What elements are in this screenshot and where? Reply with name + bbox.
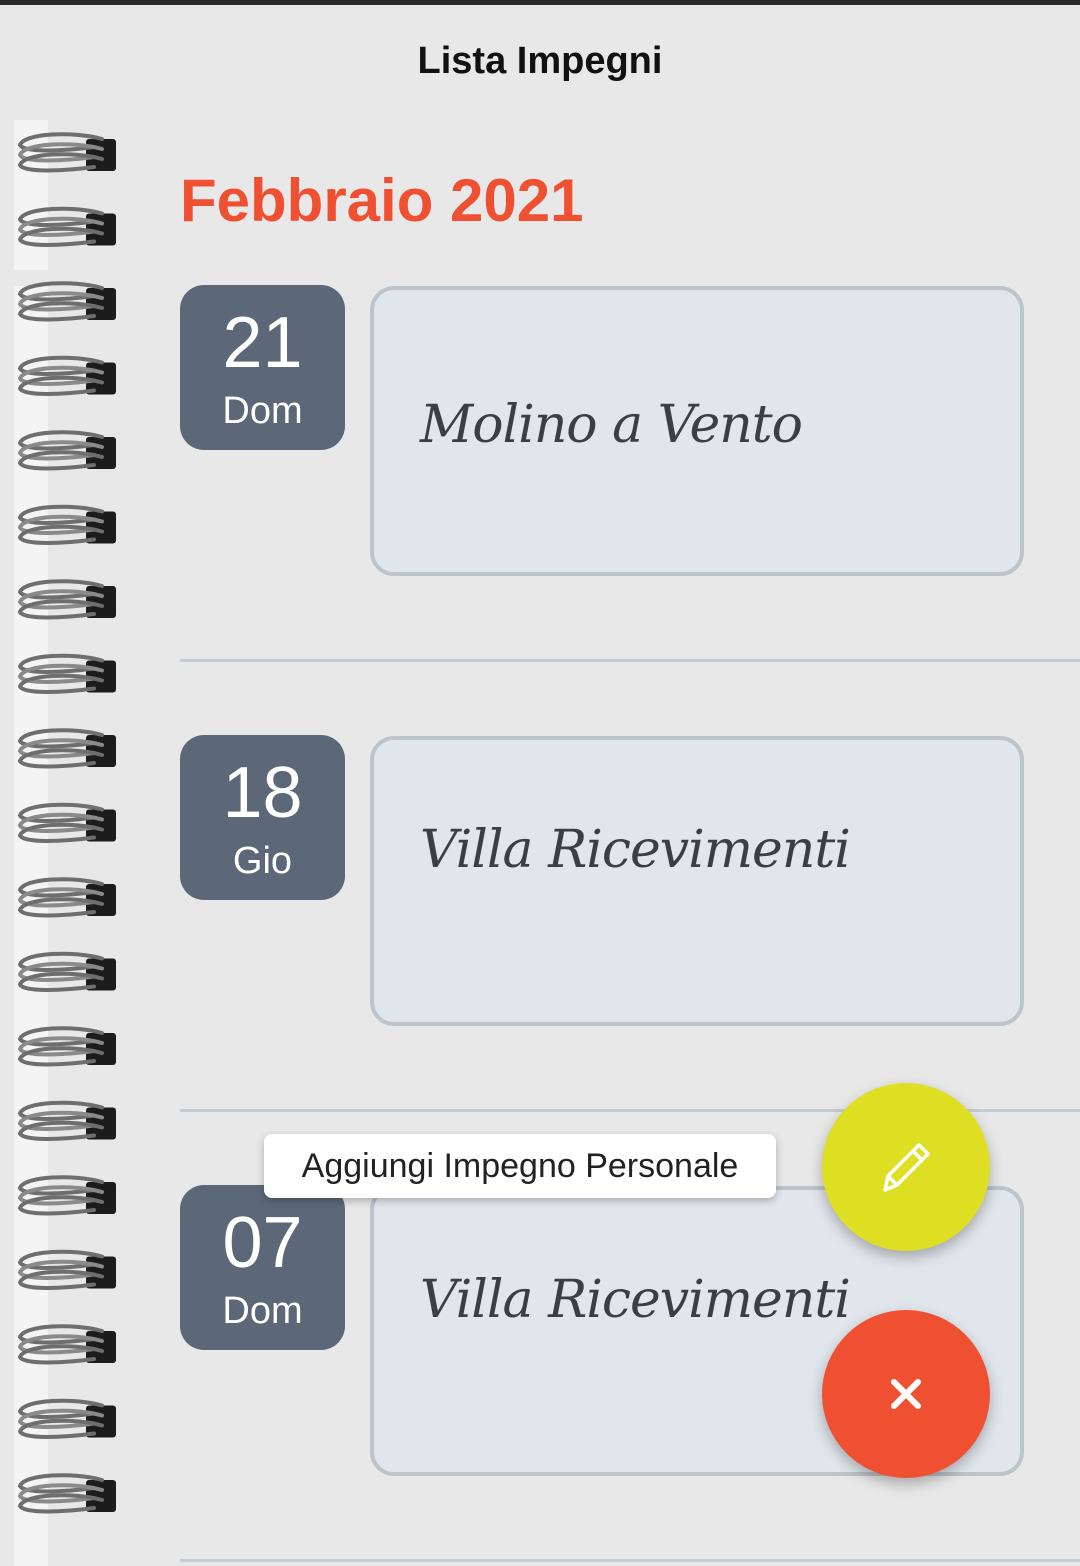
day-number: 07 xyxy=(222,1203,303,1283)
spiral-ring xyxy=(17,1175,116,1216)
page-title: Lista Impegni xyxy=(417,40,663,82)
close-icon xyxy=(891,1379,921,1409)
date-badge: 21 Dom xyxy=(180,285,345,450)
spiral-ring xyxy=(17,206,116,247)
divider xyxy=(180,659,1080,662)
spiral-ring xyxy=(17,430,116,471)
divider xyxy=(180,1559,1080,1562)
day-number: 18 xyxy=(222,753,303,833)
spiral-ring xyxy=(17,132,116,173)
spiral-ring xyxy=(17,355,116,396)
day-name: Dom xyxy=(222,390,303,432)
spiral-ring xyxy=(17,653,116,694)
event-card[interactable]: Villa Ricevimenti xyxy=(370,736,1024,1026)
day-number: 21 xyxy=(222,303,303,383)
spiral-ring xyxy=(17,1398,116,1439)
spiral-ring xyxy=(17,802,116,843)
close-menu-button[interactable] xyxy=(822,1310,990,1478)
date-badge: 18 Gio xyxy=(180,735,345,900)
spiral-binding-rings xyxy=(17,132,116,1514)
spiral-ring xyxy=(17,1100,116,1141)
spiral-ring xyxy=(17,728,116,769)
event-title: Villa Ricevimenti xyxy=(420,820,851,880)
add-personal-event-button[interactable] xyxy=(822,1083,990,1251)
spiral-ring xyxy=(17,1026,116,1067)
spiral-ring xyxy=(17,579,116,620)
date-badge: 07 Dom xyxy=(180,1185,345,1350)
event-card[interactable]: Molino a Vento xyxy=(370,286,1024,576)
spiral-ring xyxy=(17,877,116,918)
spiral-ring xyxy=(17,1473,116,1514)
day-name: Dom xyxy=(222,1290,303,1332)
top-edge xyxy=(0,0,1080,5)
day-name: Gio xyxy=(232,840,293,882)
pencil-icon xyxy=(883,1143,930,1192)
fab-tooltip: Aggiungi Impegno Personale xyxy=(264,1134,776,1198)
event-title: Molino a Vento xyxy=(420,395,803,455)
spiral-ring xyxy=(17,1249,116,1290)
month-heading: Febbraio 2021 xyxy=(180,167,584,234)
spiral-ring xyxy=(17,1324,116,1365)
event-title: Villa Ricevimenti xyxy=(420,1270,851,1330)
spiral-ring xyxy=(17,281,116,322)
spiral-ring xyxy=(17,951,116,992)
spiral-ring xyxy=(17,504,116,545)
